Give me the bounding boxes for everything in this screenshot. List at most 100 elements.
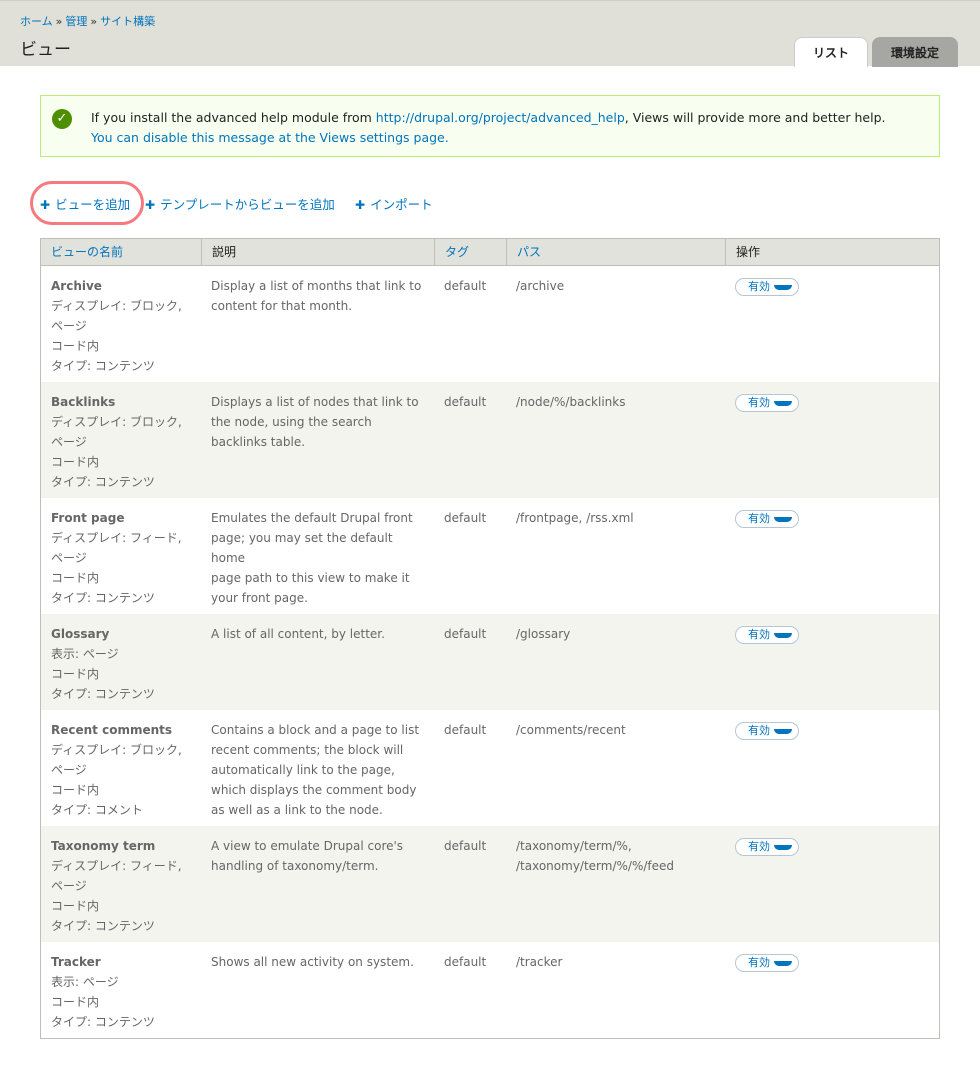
view-path-line: /glossary xyxy=(516,627,571,641)
view-meta-line: 表示: ページ xyxy=(51,975,119,989)
view-operations-cell: 有効 xyxy=(735,394,799,412)
tab-list[interactable]: リスト xyxy=(794,37,868,67)
enable-dropdown-button[interactable]: 有効 xyxy=(735,394,799,412)
view-name: Archive xyxy=(51,279,102,293)
add-view-from-template-link[interactable]: ✚ テンプレートからビューを追加 xyxy=(145,194,335,213)
dropdown-arrow-icon[interactable] xyxy=(774,633,792,638)
view-name-cell: Backlinks ディスプレイ: ブロック, ページ コード内 タイプ: コンテンツ xyxy=(51,392,201,492)
view-name-cell: Taxonomy term ディスプレイ: フィード, ページ コード内 タイプ: コン… xyxy=(51,836,201,936)
dropdown-arrow-icon[interactable] xyxy=(774,517,792,522)
import-link[interactable]: ✚ インポート xyxy=(355,194,433,213)
view-meta-line: ディスプレイ: ブロック, xyxy=(51,299,182,313)
breadcrumb-structure[interactable]: サイト構築 xyxy=(100,15,155,28)
message-text-after: , Views will provide more and better hel… xyxy=(624,110,886,125)
view-meta-line: コード内 xyxy=(51,339,100,353)
enable-label: 有効 xyxy=(748,512,770,525)
tab-settings[interactable]: 環境設定 xyxy=(872,37,958,67)
breadcrumb-admin[interactable]: 管理 xyxy=(65,15,87,28)
table-row: Archive ディスプレイ: ブロック, ページ コード内 タイプ: コンテンツ Dis… xyxy=(41,266,939,382)
view-description-cell: Display a list of months that link to con… xyxy=(211,276,426,316)
breadcrumb-home[interactable]: ホーム xyxy=(20,15,53,28)
view-path-cell: /taxonomy/term/%, /taxonomy/term/%/%/feed xyxy=(516,836,731,876)
enable-label: 有効 xyxy=(748,840,770,853)
view-tag-cell: default xyxy=(444,720,514,740)
column-header-name[interactable]: ビューの名前 xyxy=(41,239,201,266)
view-tag: default xyxy=(444,839,487,853)
dropdown-arrow-icon[interactable] xyxy=(774,285,792,290)
view-path-line: /taxonomy/term/%/%/feed xyxy=(516,859,674,873)
view-path-line: /node/%/backlinks xyxy=(516,395,626,409)
view-path-line: /taxonomy/term/%, xyxy=(516,839,632,853)
view-name-cell: Recent comments ディスプレイ: ブロック, ページ コード内 タイプ: … xyxy=(51,720,201,820)
table-header: ビューの名前 説明 タグ パス 操作 xyxy=(41,239,939,266)
column-header-tag[interactable]: タグ xyxy=(434,239,506,266)
view-path-cell: /glossary xyxy=(516,624,731,644)
enable-dropdown-button[interactable]: 有効 xyxy=(735,954,799,972)
views-settings-link[interactable]: You can disable this message at the View… xyxy=(91,130,449,145)
view-tag-cell: default xyxy=(444,952,514,972)
view-description-line: content for that month. xyxy=(211,299,353,313)
view-meta-line: ディスプレイ: フィード, xyxy=(51,859,182,873)
view-description-line: which displays the comment body xyxy=(211,783,417,797)
view-description-line: Emulates the default Drupal front xyxy=(211,511,413,525)
view-operations-cell: 有効 xyxy=(735,954,799,972)
breadcrumb: ホーム» 管理» サイト構築 xyxy=(20,13,155,29)
view-meta-line: タイプ: コンテンツ xyxy=(51,919,155,933)
view-name-cell: Archive ディスプレイ: ブロック, ページ コード内 タイプ: コンテンツ xyxy=(51,276,201,376)
view-tag-cell: default xyxy=(444,276,514,296)
view-name: Front page xyxy=(51,511,125,525)
view-description-line: the node, using the search xyxy=(211,415,372,429)
message-text-before: If you install the advanced help module … xyxy=(91,110,376,125)
enable-dropdown-button[interactable]: 有効 xyxy=(735,278,799,296)
view-tag: default xyxy=(444,955,487,969)
dropdown-arrow-icon[interactable] xyxy=(774,729,792,734)
enable-dropdown-button[interactable]: 有効 xyxy=(735,838,799,856)
view-description-line: backlinks table. xyxy=(211,435,306,449)
view-description-line: Contains a block and a page to list xyxy=(211,723,420,737)
view-meta-line: ページ xyxy=(51,763,87,777)
view-tag: default xyxy=(444,511,487,525)
dropdown-arrow-icon[interactable] xyxy=(774,845,792,850)
view-name: Taxonomy term xyxy=(51,839,156,853)
view-meta-line: ディスプレイ: フィード, xyxy=(51,531,182,545)
enable-dropdown-button[interactable]: 有効 xyxy=(735,722,799,740)
view-meta-line: タイプ: コメント xyxy=(51,803,143,817)
enable-label: 有効 xyxy=(748,956,770,969)
plus-icon: ✚ xyxy=(355,198,366,212)
view-name: Tracker xyxy=(51,955,101,969)
enable-dropdown-button[interactable]: 有効 xyxy=(735,626,799,644)
view-description-line: A view to emulate Drupal core's xyxy=(211,839,404,853)
breadcrumb-separator: » xyxy=(90,15,98,28)
enable-dropdown-button[interactable]: 有効 xyxy=(735,510,799,528)
enable-label: 有効 xyxy=(748,628,770,641)
view-operations-cell: 有効 xyxy=(735,838,799,856)
view-description-line: automatically link to the page, xyxy=(211,763,395,777)
view-description-line: page; you may set the default home xyxy=(211,531,393,565)
view-operations-cell: 有効 xyxy=(735,510,799,528)
view-tag-cell: default xyxy=(444,836,514,856)
view-tag: default xyxy=(444,627,487,641)
advanced-help-link[interactable]: http://drupal.org/project/advanced_help xyxy=(376,110,625,125)
view-path-cell: /node/%/backlinks xyxy=(516,392,731,412)
plus-icon: ✚ xyxy=(145,198,156,212)
view-meta-line: タイプ: コンテンツ xyxy=(51,687,155,701)
view-description-cell: A view to emulate Drupal core's handling … xyxy=(211,836,426,876)
view-description-line: handling of taxonomy/term. xyxy=(211,859,379,873)
view-name-cell: Front page ディスプレイ: フィード, ページ コード内 タイプ: コンテンツ xyxy=(51,508,201,608)
dropdown-arrow-icon[interactable] xyxy=(774,401,792,406)
column-header-path[interactable]: パス xyxy=(506,239,725,266)
view-tag: default xyxy=(444,279,487,293)
view-meta-line: タイプ: コンテンツ xyxy=(51,359,155,373)
view-description-cell: Contains a block and a page to list recen… xyxy=(211,720,426,820)
dropdown-arrow-icon[interactable] xyxy=(774,961,792,966)
add-view-link[interactable]: ✚ ビューを追加 xyxy=(40,194,130,213)
view-path-line: /comments/recent xyxy=(516,723,626,737)
table-row: Backlinks ディスプレイ: ブロック, ページ コード内 タイプ: コンテンツ D… xyxy=(41,382,939,498)
message-line-2: You can disable this message at the View… xyxy=(91,128,923,148)
view-meta-line: ディスプレイ: ブロック, xyxy=(51,743,182,757)
view-description-cell: Shows all new activity on system. xyxy=(211,952,426,972)
view-path-cell: /frontpage, /rss.xml xyxy=(516,508,731,528)
table-row: Tracker 表示: ページ コード内 タイプ: コンテンツ Shows all ne… xyxy=(41,942,939,1038)
view-path-line: /archive xyxy=(516,279,565,293)
view-meta-line: コード内 xyxy=(51,783,100,797)
